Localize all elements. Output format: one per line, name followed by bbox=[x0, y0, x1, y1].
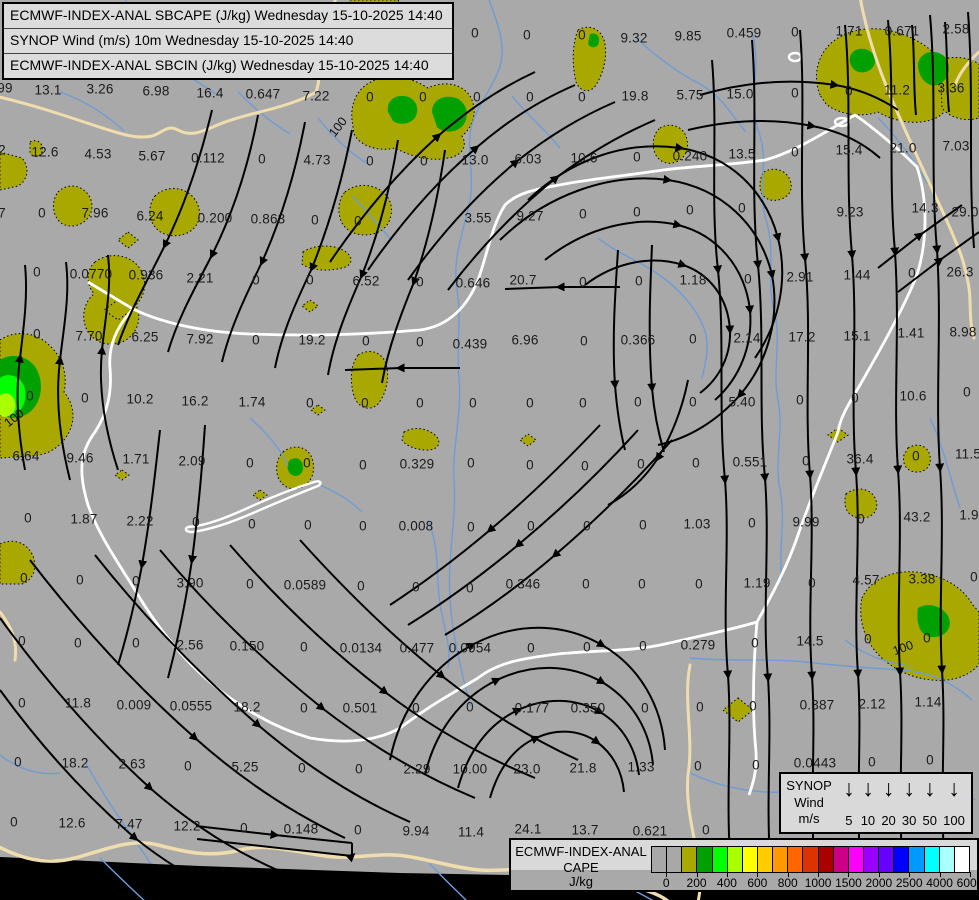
cape-color-swatch bbox=[924, 847, 940, 872]
cape-ticks: 0 200 400 600 800 100015002000250040006000 bbox=[651, 872, 979, 892]
wind-speed-label: 100 bbox=[943, 813, 965, 828]
cape-color-swatch bbox=[803, 847, 819, 872]
wind-speed-label: 30 bbox=[901, 813, 917, 828]
wind-legend-title-line2: Wind bbox=[794, 794, 824, 810]
cape-tick-label: 800 bbox=[777, 876, 798, 890]
cape-tick-label: 1500 bbox=[835, 876, 862, 890]
cape-color-swatch bbox=[712, 847, 728, 872]
cape-color-swatch bbox=[757, 847, 774, 872]
cape-color-swatch bbox=[742, 847, 758, 872]
cape-color-swatch bbox=[727, 847, 743, 872]
wind-speed-column: ↓ 30 bbox=[902, 775, 916, 831]
cape-tick-label: 2000 bbox=[865, 876, 893, 890]
cape-color-swatch bbox=[818, 847, 834, 872]
wind-arrow-columns: ↓ 5 ↓ 10 ↓ 20 ↓ 30 ↓ 50 ↓ 100 bbox=[837, 774, 971, 832]
cape-legend: ECMWF-INDEX-ANAL CAPE J/kg 0 200 400 600 800… bbox=[509, 838, 979, 892]
title-box: ECMWF-INDEX-ANAL SBCAPE (J/kg) Wednesday… bbox=[2, 2, 454, 80]
cape-tick-label: 0 bbox=[662, 876, 670, 890]
wind-arrow-icon: ↓ bbox=[862, 775, 874, 801]
wind-arrow-icon: ↓ bbox=[843, 775, 855, 801]
title-line-sbcape: ECMWF-INDEX-ANAL SBCAPE (J/kg) Wednesday… bbox=[4, 4, 452, 29]
wind-legend-title: SYNOP Wind m/s bbox=[781, 774, 837, 832]
cape-tick-label: 6000 bbox=[956, 876, 979, 890]
cape-colorbar bbox=[651, 846, 970, 873]
wind-legend-title-line1: SYNOP bbox=[786, 777, 832, 793]
cape-legend-units: J/kg bbox=[569, 874, 593, 889]
cape-color-swatch bbox=[833, 847, 849, 872]
cape-color-swatch bbox=[909, 847, 925, 872]
cape-tick-label: 200 bbox=[686, 876, 707, 890]
cape-tick-label: 1000 bbox=[804, 876, 832, 890]
weather-map-page: 0 0 0 9.32 9.85 0.459 0 1.71 0.671 2.58 99 13.1 3.26… bbox=[0, 0, 979, 900]
cape-color-swatch bbox=[682, 847, 698, 872]
cape-legend-name-line1: ECMWF-INDEX-ANAL bbox=[515, 844, 647, 859]
cape-color-swatch bbox=[954, 847, 969, 872]
wind-arrow-icon: ↓ bbox=[948, 775, 960, 801]
cape-legend-name: ECMWF-INDEX-ANAL CAPE bbox=[511, 844, 651, 877]
wind-speed-column: ↓ 100 bbox=[943, 775, 965, 831]
wind-speed-label: 10 bbox=[860, 813, 876, 828]
title-line-sbcin: ECMWF-INDEX-ANAL SBCIN (J/kg) Wednesday … bbox=[10, 56, 429, 73]
cape-tick-label: 4000 bbox=[926, 876, 953, 890]
cape-color-swatch bbox=[879, 847, 895, 872]
cape-color-swatch bbox=[788, 847, 804, 872]
wind-arrow-icon: ↓ bbox=[882, 775, 895, 801]
cape-color-swatch bbox=[697, 847, 713, 872]
cape-color-swatch bbox=[848, 847, 864, 872]
cape-tick-label: 2500 bbox=[895, 876, 923, 890]
wind-speed-column: ↓ 10 bbox=[861, 775, 875, 831]
cape-color-swatch bbox=[773, 847, 789, 872]
wind-speed-column: ↓ 20 bbox=[881, 775, 895, 831]
wind-speed-column: ↓ 5 bbox=[843, 775, 855, 831]
cape-color-swatch bbox=[667, 847, 683, 872]
wind-arrow-icon: ↓ bbox=[903, 775, 915, 801]
map-svg bbox=[0, 0, 979, 900]
wind-legend: SYNOP Wind m/s ↓ 5 ↓ 10 ↓ 20 ↓ 30 ↓ 50 ↓ 100 bbox=[779, 772, 973, 834]
wind-speed-label: 50 bbox=[922, 813, 937, 828]
cape-tick-label: 400 bbox=[716, 876, 737, 890]
cape-color-swatch bbox=[939, 847, 955, 872]
title-line-wind: SYNOP Wind (m/s) 10m Wednesday 15-10-202… bbox=[4, 29, 452, 54]
wind-arrow-icon: ↓ bbox=[924, 775, 936, 801]
cape-color-swatch bbox=[652, 847, 668, 872]
cape-tick-label: 600 bbox=[747, 876, 768, 890]
wind-speed-column: ↓ 50 bbox=[923, 775, 937, 831]
cape-color-swatch bbox=[863, 847, 880, 872]
cape-color-swatch bbox=[894, 847, 910, 872]
wind-legend-title-line3: m/s bbox=[798, 811, 820, 827]
wind-speed-label: 5 bbox=[845, 813, 853, 828]
wind-speed-label: 20 bbox=[881, 813, 896, 828]
